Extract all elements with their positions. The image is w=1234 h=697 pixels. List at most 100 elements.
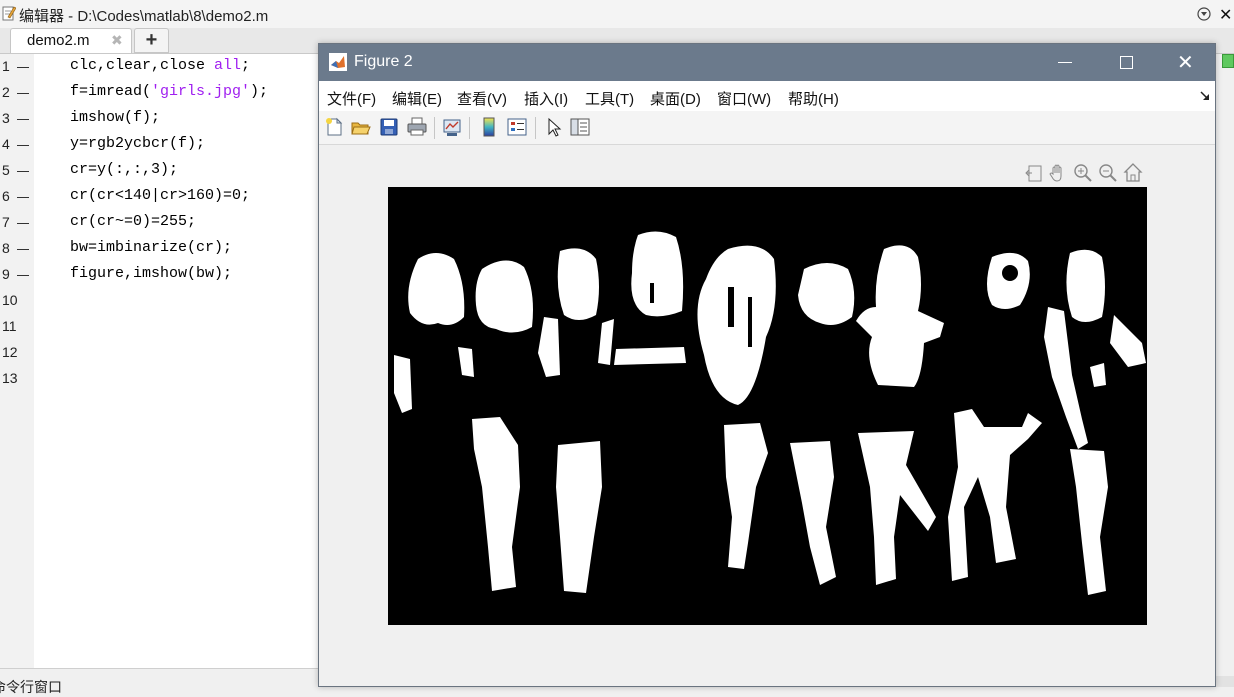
code-line[interactable]: 2 f=imread('girls.jpg');: [0, 80, 320, 106]
toolbar-separator: [535, 117, 536, 139]
menu-file[interactable]: 文件(F): [327, 88, 376, 109]
maximize-button[interactable]: [1120, 56, 1133, 69]
code-segment: figure,imshow(bw);: [70, 265, 233, 282]
pan-hand-icon[interactable]: [1048, 162, 1068, 184]
editor-title: 编辑器 - D:\Codes\matlab\8\demo2.m: [19, 8, 269, 25]
code-segment: cr(cr~=0)=255;: [70, 213, 197, 230]
scroll-corner: [1216, 676, 1234, 687]
code-line[interactable]: 11: [0, 314, 320, 340]
line-number: 7: [2, 214, 10, 230]
menu-desktop[interactable]: 桌面(D): [650, 88, 701, 109]
line-number: 13: [2, 370, 18, 386]
code-text: y=rgb2ycbcr(f);: [70, 135, 205, 152]
zoom-in-icon[interactable]: [1073, 162, 1093, 184]
matlab-logo-icon: [329, 53, 347, 71]
figure-titlebar[interactable]: Figure 2 ✕: [319, 44, 1215, 81]
legend-icon[interactable]: [506, 116, 528, 138]
menu-tools[interactable]: 工具(T): [585, 88, 634, 109]
line-number: 11: [2, 318, 17, 334]
figure-toolbar: [319, 111, 1215, 145]
line-number: 4: [2, 136, 10, 152]
breakpoint-marker[interactable]: [17, 197, 29, 198]
breakpoint-marker[interactable]: [17, 249, 29, 250]
menu-help[interactable]: 帮助(H): [788, 88, 839, 109]
undock-arrow-icon[interactable]: [1199, 90, 1211, 102]
code-segment: cr=y(:,:,3);: [70, 161, 179, 178]
line-number: 10: [2, 292, 18, 308]
line-number: 2: [2, 84, 10, 100]
code-text: f=imread('girls.jpg');: [70, 83, 268, 100]
figure-menubar: 文件(F) 编辑(E) 查看(V) 插入(I) 工具(T) 桌面(D) 窗口(W…: [319, 81, 1215, 112]
code-line[interactable]: 13: [0, 366, 320, 392]
toolbar-separator: [434, 117, 435, 139]
code-keyword: 'girls.jpg': [151, 83, 251, 100]
code-line[interactable]: 12: [0, 340, 320, 366]
tab-label: demo2.m: [27, 32, 90, 49]
open-file-icon[interactable]: [350, 116, 372, 138]
code-text: bw=imbinarize(cr);: [70, 239, 232, 256]
breakpoint-marker[interactable]: [17, 275, 29, 276]
command-window-header[interactable]: 命令行窗口: [0, 668, 320, 695]
code-segment: f=imread(: [70, 83, 152, 100]
code-text: cr(cr<140|cr>160)=0;: [70, 187, 250, 204]
code-analyzer-indicator[interactable]: [1222, 54, 1234, 68]
print-icon[interactable]: [406, 116, 428, 138]
code-text: imshow(f);: [70, 109, 160, 126]
save-icon[interactable]: [378, 116, 400, 138]
figure-close-button[interactable]: ✕: [1177, 50, 1194, 75]
line-number: 6: [2, 188, 10, 204]
edit-plot-icon[interactable]: [543, 116, 565, 138]
code-editor[interactable]: 1 clc,clear,close all; 2 f=imread('girls.jp…: [0, 54, 320, 668]
code-line[interactable]: 1 clc,clear,close all;: [0, 54, 320, 80]
menu-edit[interactable]: 编辑(E): [392, 88, 442, 109]
code-line[interactable]: 3 imshow(f);: [0, 106, 320, 132]
code-segment: clc,clear,close: [70, 57, 215, 74]
editor-close-button[interactable]: ✕: [1219, 5, 1232, 25]
menu-view[interactable]: 查看(V): [457, 88, 507, 109]
line-number: 9: [2, 266, 10, 282]
add-tab-button[interactable]: +: [134, 28, 169, 53]
command-window-label: 命令行窗口: [0, 679, 62, 695]
figure-title: Figure 2: [354, 53, 413, 70]
menu-window[interactable]: 窗口(W): [717, 88, 771, 109]
code-segment: y=rgb2ycbcr(f);: [70, 135, 206, 152]
export-icon[interactable]: [1024, 162, 1044, 184]
zoom-out-icon[interactable]: [1098, 162, 1118, 184]
line-number: 3: [2, 110, 10, 126]
code-line[interactable]: 6 cr(cr<140|cr>160)=0;: [0, 184, 320, 210]
code-line[interactable]: 4 y=rgb2ycbcr(f);: [0, 132, 320, 158]
link-plot-icon[interactable]: [441, 116, 463, 138]
property-inspector-icon[interactable]: [569, 116, 591, 138]
editor-pencil-icon: [2, 6, 16, 21]
tab-close-icon[interactable]: ✖: [111, 32, 123, 49]
line-number: 1: [2, 58, 10, 74]
code-keyword: all: [214, 57, 242, 74]
code-line[interactable]: 8 bw=imbinarize(cr);: [0, 236, 320, 262]
code-text: cr=y(:,:,3);: [70, 161, 178, 178]
code-line[interactable]: 10: [0, 288, 320, 314]
code-text: clc,clear,close all;: [70, 57, 250, 74]
editor-titlebar: 编辑器 - D:\Codes\matlab\8\demo2.m ✕: [0, 0, 1234, 29]
binary-image[interactable]: [388, 187, 1147, 625]
colorbar-icon[interactable]: [478, 116, 500, 138]
minimize-button[interactable]: [1058, 62, 1072, 63]
menu-insert[interactable]: 插入(I): [524, 88, 568, 109]
code-segment: imshow(f);: [70, 109, 161, 126]
breakpoint-marker[interactable]: [17, 119, 29, 120]
line-number: 8: [2, 240, 10, 256]
chevron-down-icon[interactable]: [1197, 7, 1211, 21]
breakpoint-marker[interactable]: [17, 145, 29, 146]
code-line[interactable]: 7 cr(cr~=0)=255;: [0, 210, 320, 236]
code-line[interactable]: 9 figure,imshow(bw);: [0, 262, 320, 288]
new-figure-icon[interactable]: [323, 116, 345, 138]
code-segment: cr(cr<140|cr>160)=0;: [70, 187, 251, 204]
breakpoint-marker[interactable]: [17, 93, 29, 94]
breakpoint-marker[interactable]: [17, 171, 29, 172]
figure-window[interactable]: Figure 2 ✕ 文件(F) 编辑(E) 查看(V) 插入(I) 工具(T)…: [318, 43, 1216, 687]
tab-demo2[interactable]: demo2.m ✖: [10, 28, 132, 53]
breakpoint-marker[interactable]: [17, 223, 29, 224]
code-line[interactable]: 5 cr=y(:,:,3);: [0, 158, 320, 184]
home-icon[interactable]: [1123, 162, 1143, 184]
line-number: 5: [2, 162, 10, 178]
breakpoint-marker[interactable]: [17, 67, 29, 68]
